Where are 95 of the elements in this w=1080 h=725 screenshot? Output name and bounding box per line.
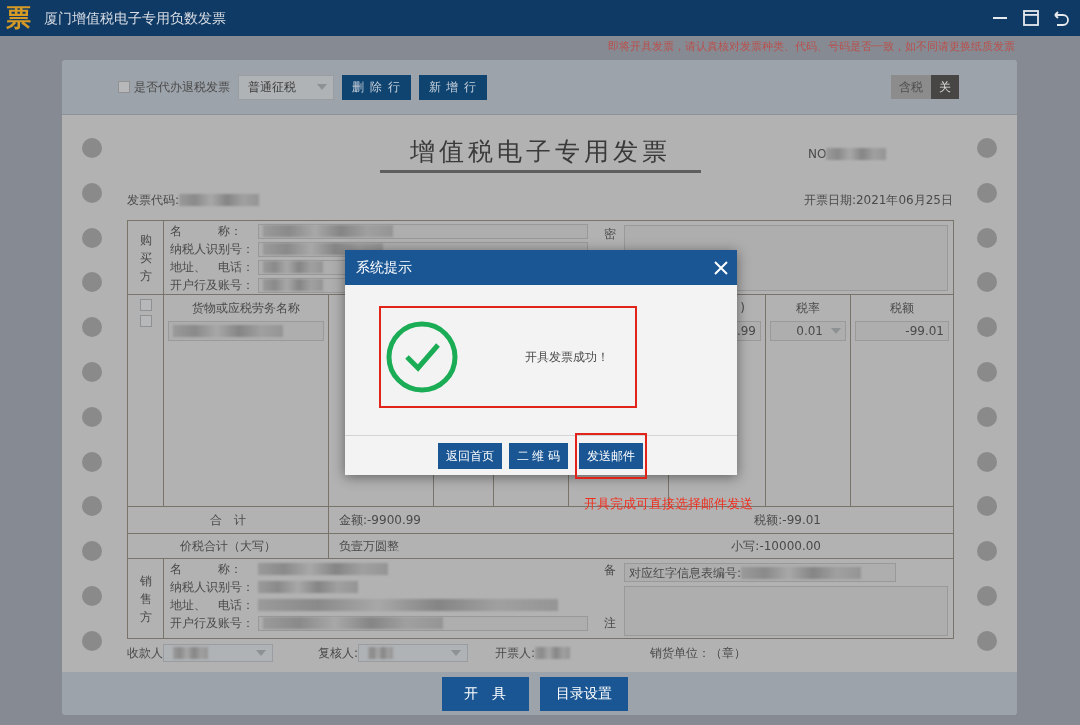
column-header: 税率 <box>795 300 821 317</box>
punch-hole <box>82 227 102 248</box>
close-icon[interactable] <box>713 259 729 276</box>
action-button[interactable]: 目录设置 <box>539 676 628 711</box>
punch-hole <box>82 362 102 382</box>
column-header: ) <box>739 300 746 317</box>
invoice-title: 增值税电子专用发票 <box>379 133 701 173</box>
dialog-button[interactable]: 发送邮件 <box>575 432 648 479</box>
footer-label: 复核人: <box>318 645 359 662</box>
code-label: 发票代码: <box>127 192 180 209</box>
remark-area[interactable] <box>624 586 948 636</box>
punch-hole <box>977 451 997 472</box>
dialog-button[interactable]: 二 维 码 <box>508 442 569 469</box>
column-header: 货物或应税劳务名称 <box>191 300 301 317</box>
caret-icon <box>256 650 266 656</box>
field-label: 名 称： <box>170 561 243 578</box>
tax-type-select[interactable]: 普通征税 <box>238 74 334 100</box>
punch-hole <box>977 406 997 427</box>
payee-select[interactable] <box>163 644 273 662</box>
field-label: 地址、 电话： <box>170 597 255 614</box>
blurred-text <box>535 647 571 659</box>
blurred-text <box>826 148 887 160</box>
reviewer-select[interactable] <box>358 644 469 662</box>
punch-hole <box>977 138 997 158</box>
invoice-date: 开票日期:2021年06月25日 <box>803 192 953 209</box>
toolbar-button[interactable]: 删 除 行 <box>342 74 411 100</box>
caret-icon <box>451 650 462 656</box>
punch-hole <box>82 272 102 293</box>
tax-rate-select[interactable]: 0.01 <box>770 321 846 341</box>
text-field[interactable] <box>258 223 588 239</box>
caret-icon <box>317 84 327 90</box>
toolbar-button[interactable]: 新 增 行 <box>418 74 488 100</box>
action-button[interactable]: 开 具 <box>441 676 529 711</box>
number-label: NO <box>808 146 827 163</box>
field-label: 纳税人识别号： <box>170 579 255 596</box>
checkbox[interactable] <box>139 315 152 327</box>
text-field[interactable] <box>258 615 588 631</box>
maximize-icon[interactable] <box>1020 7 1042 29</box>
party-label: 销售方 <box>139 572 152 626</box>
remark-field[interactable]: 对应红字信息表编号: <box>624 563 896 582</box>
punch-hole <box>977 541 997 562</box>
blurred-text <box>173 647 208 659</box>
dialog-message: 开具发票成功！ <box>524 349 609 366</box>
dialog-title: 系统提示 <box>356 258 412 277</box>
toggle-option[interactable]: 关 <box>931 75 959 99</box>
blurred-text <box>263 261 323 273</box>
punch-hole <box>977 317 997 338</box>
punch-hole <box>82 406 102 427</box>
footer-label: 销货单位：（章） <box>650 645 747 662</box>
row-label: 价税合计（大写） <box>179 538 277 555</box>
punch-hole <box>977 630 997 651</box>
cipher-label: 密 <box>604 226 616 243</box>
field-label: 纳税人识别号： <box>170 241 255 258</box>
punch-hole <box>82 585 102 606</box>
total-text: 税额:-99.01 <box>754 512 821 529</box>
annotation-text: 开具完成可直接选择邮件发送 <box>584 495 753 513</box>
total-text: 小写:-10000.00 <box>731 538 821 555</box>
punch-hole <box>82 138 102 158</box>
blurred-text <box>368 647 394 659</box>
checkbox[interactable] <box>139 299 152 311</box>
app-logo: 票 <box>4 2 32 34</box>
field-label: 地址、 电话： <box>170 259 255 276</box>
checkbox-label: 是否代办退税发票 <box>134 79 230 96</box>
punch-hole <box>977 272 997 293</box>
party-label: 购买方 <box>139 231 152 285</box>
punch-hole <box>977 362 997 382</box>
punch-hole <box>82 496 102 517</box>
punch-hole <box>977 585 997 606</box>
punch-hole <box>82 317 102 338</box>
total-text: 负壹万圆整 <box>339 538 399 555</box>
punch-hole <box>977 182 997 203</box>
caret-icon <box>831 328 841 334</box>
punch-hole <box>82 630 102 651</box>
remark-label: 注 <box>604 615 616 632</box>
field-label: 开户行及账号： <box>170 615 255 632</box>
field-label: 名 称： <box>170 223 243 240</box>
punch-hole <box>82 451 102 472</box>
checkbox[interactable] <box>118 81 130 93</box>
footer-label: 收款人 <box>127 645 163 662</box>
success-check-icon <box>385 320 459 394</box>
total-text: 金额:-9900.99 <box>339 512 421 529</box>
punch-hole <box>977 227 997 248</box>
blurred-text <box>263 279 323 291</box>
dialog-button[interactable]: 返回首页 <box>437 442 502 469</box>
punch-hole <box>82 541 102 562</box>
column-header: 税额 <box>889 300 915 317</box>
footer-label: 开票人: <box>495 645 536 662</box>
row-label: 合 计 <box>209 512 247 529</box>
tax-field[interactable]: -99.01 <box>855 321 949 341</box>
item-name-field[interactable] <box>168 321 324 341</box>
field-label: 开户行及账号： <box>170 277 255 294</box>
remark-label: 备 <box>604 562 616 579</box>
window-title: 厦门增值税电子专用负数发票 <box>44 8 226 28</box>
punch-hole <box>82 182 102 203</box>
punch-hole <box>977 496 997 517</box>
